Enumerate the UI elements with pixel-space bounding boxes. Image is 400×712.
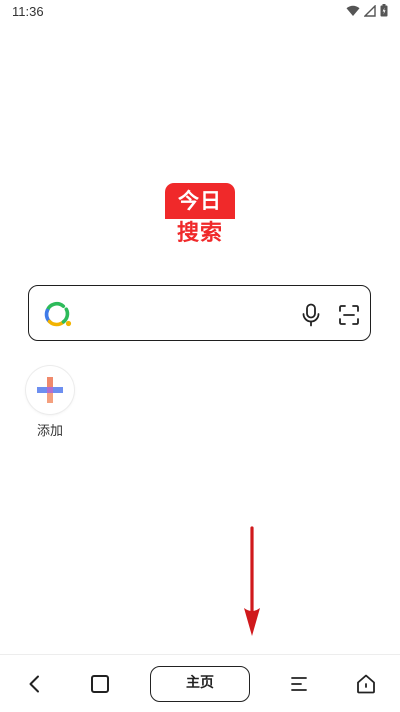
microphone-icon[interactable] <box>301 303 321 327</box>
app-logo: 今日 搜索 <box>165 183 235 249</box>
bottom-nav-bar: 主页 <box>0 654 400 712</box>
battery-icon <box>380 4 388 17</box>
plus-icon <box>37 377 63 403</box>
tabs-square-icon <box>91 675 109 693</box>
wifi-icon <box>346 5 360 16</box>
search-logo-icon <box>44 301 72 327</box>
home-icon <box>357 674 375 694</box>
tabs-button[interactable] <box>85 669 115 699</box>
add-shortcut-button[interactable]: 添加 <box>26 366 74 439</box>
back-button[interactable] <box>20 669 50 699</box>
home-button[interactable] <box>351 669 381 699</box>
scan-icon[interactable] <box>337 303 361 327</box>
menu-icon <box>291 677 307 691</box>
annotation-arrow <box>244 526 260 636</box>
status-bar: 11:36 <box>0 0 400 24</box>
status-icons <box>346 4 388 17</box>
logo-line-1: 今日 <box>165 183 235 219</box>
add-shortcut-circle[interactable] <box>26 366 74 414</box>
search-input[interactable] <box>85 298 315 330</box>
menu-button[interactable] <box>284 669 314 699</box>
signal-icon <box>364 4 376 17</box>
status-time: 11:36 <box>12 4 44 19</box>
logo-line-2: 搜索 <box>176 221 223 246</box>
home-tab-button[interactable]: 主页 <box>150 666 250 702</box>
search-box[interactable] <box>28 285 371 341</box>
back-arrow-icon <box>29 675 39 693</box>
add-shortcut-label: 添加 <box>36 424 63 439</box>
